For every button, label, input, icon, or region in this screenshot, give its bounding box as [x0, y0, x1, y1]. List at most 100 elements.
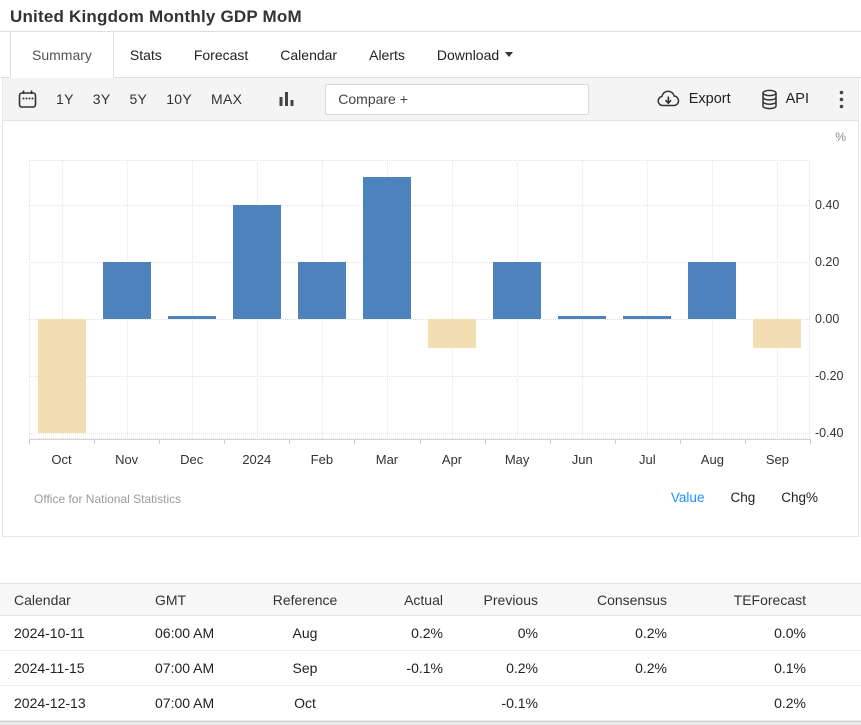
column-header-consensus: Consensus	[538, 584, 667, 616]
x-axis-label: Oct	[30, 452, 94, 467]
calendar-table-head: CalendarGMTReferenceActualPreviousConsen…	[0, 584, 861, 616]
table-row[interactable]: 2024-12-1307:00 AMOct-0.1%0.2%	[0, 686, 861, 721]
bar-feb[interactable]	[298, 262, 346, 319]
bar-jul[interactable]	[623, 316, 671, 319]
mode-value[interactable]: Value	[671, 490, 705, 505]
cell-gmt: 06:00 AM	[155, 616, 255, 651]
bar-jun[interactable]	[558, 316, 606, 319]
vertical-gridline	[582, 160, 583, 439]
calendar-table: CalendarGMTReferenceActualPreviousConsen…	[0, 583, 861, 721]
next-section-divider	[0, 721, 861, 725]
x-axis-tick	[550, 440, 551, 444]
mode-chg[interactable]: Chg	[730, 490, 755, 505]
cell-consensus	[538, 686, 667, 721]
cell-teforecast: 0.2%	[667, 686, 861, 721]
x-axis-tick	[615, 440, 616, 444]
calendar-icon	[17, 89, 38, 110]
tab-alerts[interactable]: Alerts	[353, 32, 421, 77]
api-button[interactable]: API	[761, 89, 809, 110]
page-title: United Kingdom Monthly GDP MoM	[10, 7, 302, 26]
mode-chg-pct[interactable]: Chg%	[781, 490, 818, 505]
bar-mar[interactable]	[363, 177, 411, 320]
cell-previous: 0.2%	[443, 651, 538, 686]
more-options-button[interactable]	[839, 90, 844, 109]
range-selector: 1Y 3Y 5Y 10Y MAX	[55, 89, 243, 109]
tab-summary[interactable]: Summary	[10, 32, 114, 78]
bar-apr[interactable]	[428, 319, 476, 348]
cell-teforecast: 0.0%	[667, 616, 861, 651]
x-axis-label: Aug	[680, 452, 744, 467]
range-button-5y[interactable]: 5Y	[128, 89, 148, 109]
y-axis-tick-label: -0.20	[815, 369, 861, 383]
cell-teforecast: 0.1%	[667, 651, 861, 686]
column-header-gmt: GMT	[155, 584, 255, 616]
x-axis-label: Sep	[745, 452, 809, 467]
bar-2024[interactable]	[233, 205, 281, 319]
x-axis-label: 2024	[225, 452, 289, 467]
page-header: United Kingdom Monthly GDP MoM	[0, 0, 861, 32]
vertical-gridline	[192, 160, 193, 439]
vertical-gridline	[647, 160, 648, 439]
cell-gmt: 07:00 AM	[155, 686, 255, 721]
bar-oct[interactable]	[38, 319, 86, 433]
gridline	[29, 433, 810, 434]
x-axis-tick	[680, 440, 681, 444]
vertical-gridline	[452, 160, 453, 439]
y-axis-tick-label: 0.40	[815, 198, 861, 212]
tab-download[interactable]: Download	[421, 32, 529, 77]
range-button-10y[interactable]: 10Y	[165, 89, 193, 109]
calendar-range-button[interactable]	[17, 89, 38, 110]
tab-forecast[interactable]: Forecast	[178, 32, 264, 77]
bar-nov[interactable]	[103, 262, 151, 319]
y-axis-tick-label: 0.20	[815, 255, 861, 269]
bar-may[interactable]	[493, 262, 541, 319]
x-axis-label: Mar	[355, 452, 419, 467]
y-axis-unit: %	[800, 130, 846, 144]
table-row[interactable]: 2024-11-1507:00 AMSep-0.1%0.2%0.2%0.1%	[0, 651, 861, 686]
chart-type-button[interactable]	[279, 90, 295, 108]
api-label: API	[786, 91, 809, 107]
gdp-mom-chart[interactable]: % 0.400.200.00-0.20-0.40OctNovDec2024Feb…	[3, 121, 858, 536]
cell-calendar: 2024-11-15	[0, 651, 155, 686]
range-button-max[interactable]: MAX	[210, 89, 243, 109]
tab-bar: SummaryStatsForecastCalendarAlertsDownlo…	[0, 32, 861, 78]
cell-actual	[355, 686, 443, 721]
chart-card: 1Y 3Y 5Y 10Y MAX	[2, 78, 859, 537]
range-button-3y[interactable]: 3Y	[92, 89, 112, 109]
x-axis-tick	[289, 440, 290, 444]
column-header-actual: Actual	[355, 584, 443, 616]
x-axis-tick	[485, 440, 486, 444]
database-icon	[761, 89, 778, 110]
x-axis-label: Dec	[160, 452, 224, 467]
column-header-previous: Previous	[443, 584, 538, 616]
cell-reference: Oct	[255, 686, 355, 721]
compare-input[interactable]	[325, 84, 589, 115]
bar-chart-type-icon	[279, 90, 295, 108]
x-axis-tick	[420, 440, 421, 444]
cell-actual: 0.2%	[355, 616, 443, 651]
tab-stats[interactable]: Stats	[114, 32, 178, 77]
calendar-table-body: 2024-10-1106:00 AMAug0.2%0%0.2%0.0%2024-…	[0, 616, 861, 721]
bar-dec[interactable]	[168, 316, 216, 319]
chart-mode-selector: Value Chg Chg%	[671, 490, 818, 505]
cell-reference: Aug	[255, 616, 355, 651]
x-axis-tick	[224, 440, 225, 444]
table-row[interactable]: 2024-10-1106:00 AMAug0.2%0%0.2%0.0%	[0, 616, 861, 651]
cell-calendar: 2024-12-13	[0, 686, 155, 721]
tab-calendar[interactable]: Calendar	[264, 32, 353, 77]
x-axis-label: Jun	[550, 452, 614, 467]
bar-aug[interactable]	[688, 262, 736, 319]
cell-calendar: 2024-10-11	[0, 616, 155, 651]
caret-down-icon	[505, 52, 513, 57]
range-button-1y[interactable]: 1Y	[55, 89, 75, 109]
bar-sep[interactable]	[753, 319, 801, 348]
kebab-menu-icon	[839, 90, 844, 109]
export-label: Export	[689, 91, 731, 107]
gridline	[29, 376, 810, 377]
x-axis-tick	[354, 440, 355, 444]
chart-source: Office for National Statistics	[34, 492, 181, 506]
export-button[interactable]: Export	[656, 90, 731, 108]
y-axis-tick-label: -0.40	[815, 426, 861, 440]
x-axis-tick	[94, 440, 95, 444]
toolbar-right: Export API	[656, 89, 844, 110]
